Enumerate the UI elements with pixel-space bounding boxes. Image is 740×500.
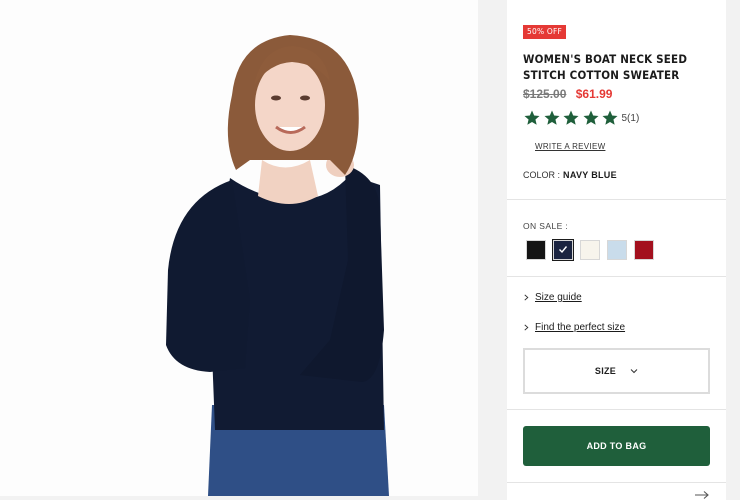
size-guide-link[interactable]: Size guide — [523, 292, 582, 303]
color-swatches — [526, 239, 661, 261]
check-icon — [559, 246, 568, 254]
product-image[interactable] — [0, 0, 478, 496]
chevron-right-icon — [524, 324, 529, 331]
swatch-light-blue[interactable] — [607, 240, 627, 260]
product-title: WOMEN'S BOAT NECK SEED STITCH COTTON SWE… — [523, 52, 688, 82]
color-value: NAVY BLUE — [563, 170, 617, 180]
star-icon — [544, 110, 559, 125]
star-icon — [583, 110, 598, 125]
original-price: $125.00 — [523, 87, 567, 101]
size-guide-label: Size guide — [535, 292, 582, 303]
rating-stars[interactable]: 5(1) — [523, 109, 639, 127]
price-row: $125.00 $61.99 — [523, 87, 612, 101]
find-perfect-size-link[interactable]: Find the perfect size — [523, 322, 625, 333]
product-info-panel: 50% OFF WOMEN'S BOAT NECK SEED STITCH CO… — [507, 0, 726, 500]
swatch-navy-blue[interactable] — [552, 239, 574, 261]
sale-price: $61.99 — [575, 87, 613, 101]
swatch-cream[interactable] — [580, 240, 600, 260]
chevron-right-icon — [524, 294, 529, 301]
add-to-bag-button[interactable]: ADD TO BAG — [523, 426, 710, 466]
selected-color: COLOR : NAVY BLUE — [523, 170, 617, 180]
star-icon — [524, 110, 540, 125]
divider — [507, 199, 726, 200]
rating-count: 5(1) — [621, 112, 640, 124]
divider — [507, 276, 726, 277]
star-icon — [602, 110, 618, 125]
size-dropdown[interactable]: SIZE — [523, 348, 710, 394]
star-icon — [563, 110, 579, 125]
swatch-black[interactable] — [526, 240, 546, 260]
size-dropdown-label: SIZE — [594, 366, 617, 376]
color-label: COLOR : — [523, 170, 561, 180]
find-perfect-size-label: Find the perfect size — [535, 322, 626, 333]
swatch-red[interactable] — [634, 240, 654, 260]
on-sale-label: ON SALE : — [523, 221, 569, 231]
arrow-right-icon[interactable] — [694, 490, 710, 500]
chevron-down-icon — [630, 369, 638, 374]
divider — [507, 482, 726, 483]
discount-badge: 50% OFF — [523, 25, 566, 39]
model-photo — [166, 35, 389, 496]
write-review-link[interactable]: WRITE A REVIEW — [535, 142, 605, 151]
divider — [507, 409, 726, 410]
